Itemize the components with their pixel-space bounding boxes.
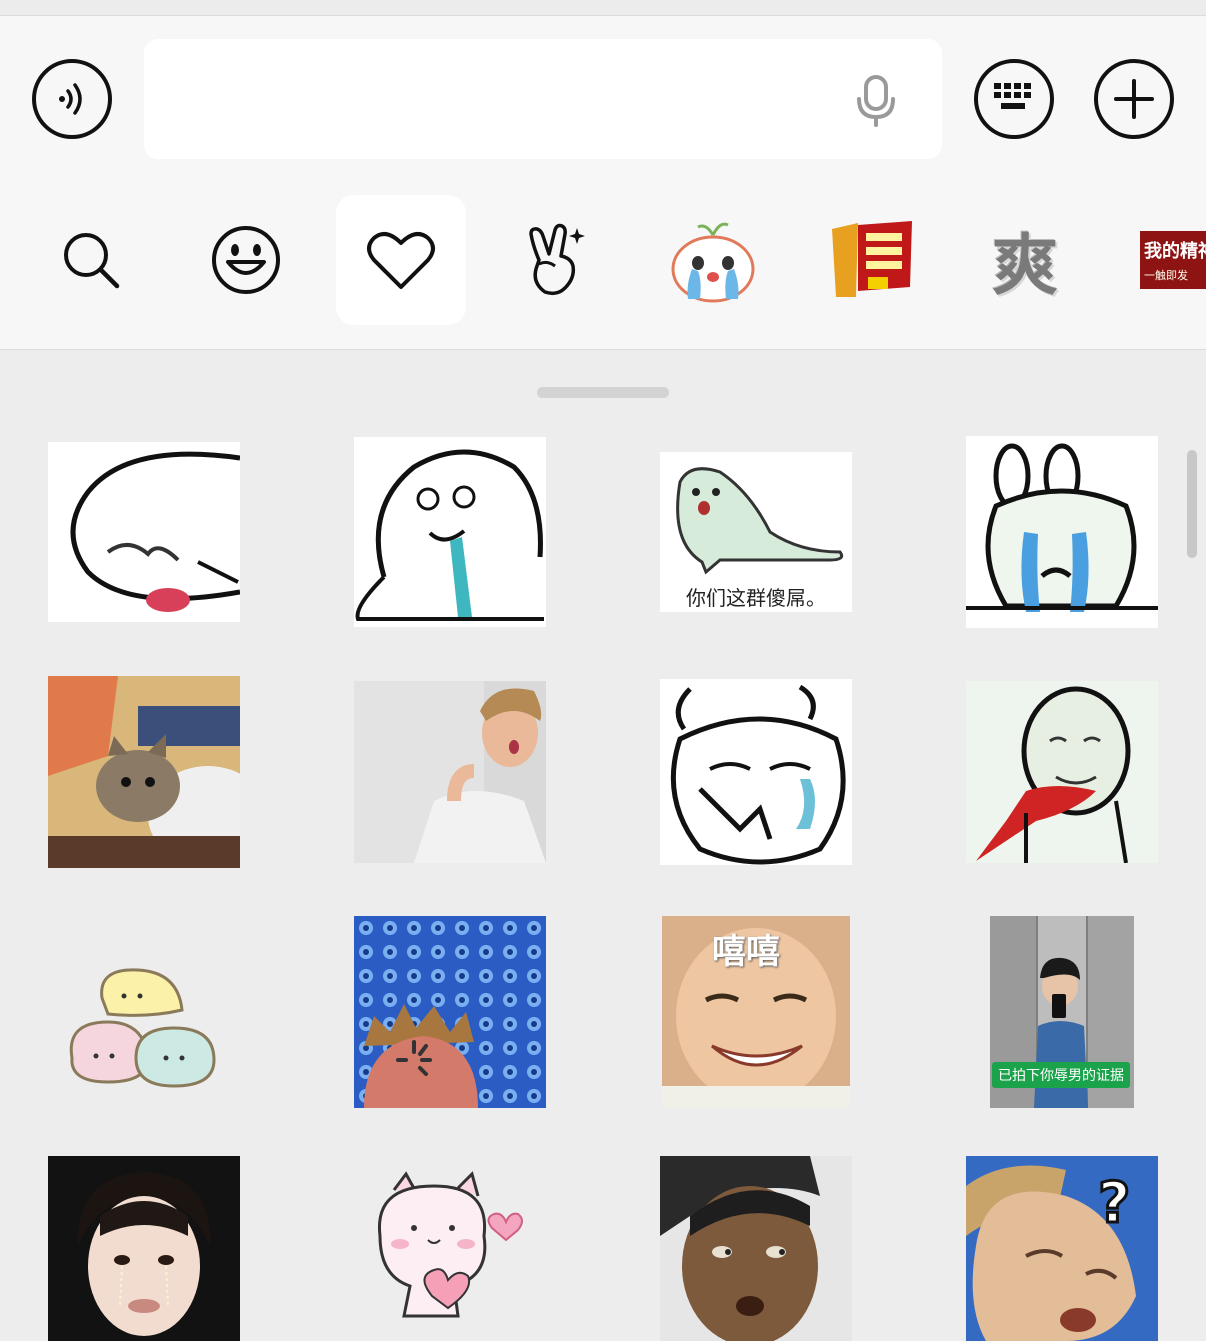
sticker-confused-man-question[interactable]: ? bbox=[966, 1156, 1158, 1341]
tab-sticker-pack-4[interactable]: 我的精神 一触即发 bbox=[1118, 195, 1206, 325]
sticker-bunny-cry-hand[interactable] bbox=[660, 679, 852, 865]
crying-bun-icon bbox=[671, 222, 755, 303]
sticker-crying-boy-photo[interactable] bbox=[48, 1156, 240, 1341]
tab-emoji[interactable] bbox=[181, 195, 311, 325]
add-button[interactable] bbox=[1094, 59, 1174, 139]
question-mark-icon: ? bbox=[1098, 1171, 1130, 1236]
crying-bunny-drawing bbox=[966, 443, 1158, 612]
sticker-seal-drool[interactable] bbox=[354, 437, 546, 627]
tab-sticker-pack-2[interactable] bbox=[806, 195, 936, 325]
top-divider bbox=[0, 0, 1206, 16]
blob-tongue-drawing bbox=[70, 451, 240, 612]
sticker-boy-surprised-photo[interactable] bbox=[354, 681, 546, 863]
sticker-face-bleeding[interactable] bbox=[966, 681, 1158, 863]
pink-cat-heart-drawing bbox=[377, 1171, 523, 1318]
sticker-blob-tongue[interactable] bbox=[48, 442, 240, 622]
xixi-caption: 嘻嘻 bbox=[712, 933, 780, 971]
keyboard-button[interactable] bbox=[974, 59, 1054, 139]
microphone-icon[interactable] bbox=[854, 75, 898, 127]
keyboard-icon bbox=[994, 83, 1031, 109]
bunny-cry-hand-drawing bbox=[670, 684, 846, 865]
spirit-sticker-line1: 我的精神 bbox=[1144, 241, 1206, 261]
spirit-sticker-line2: 一触即发 bbox=[1144, 270, 1188, 282]
tab-gestures[interactable] bbox=[492, 195, 622, 325]
emoji-category-tabs: 爽 我的精神 一触即发 bbox=[0, 182, 1206, 350]
sticker-green-seal[interactable]: 你们这群傻屌。 bbox=[660, 452, 852, 612]
tab-search[interactable] bbox=[26, 195, 156, 325]
sticker-man-side-eye[interactable] bbox=[660, 1156, 852, 1341]
spiky-hair-loading-drawing bbox=[354, 916, 546, 1108]
sticker-elevator-selfie[interactable]: 已拍下你辱男的证据 bbox=[990, 916, 1134, 1108]
face-bleeding-drawing bbox=[966, 681, 1158, 863]
spirit-sticker-thumbnail: 我的精神 一触即发 bbox=[1140, 231, 1206, 289]
voice-button[interactable] bbox=[32, 59, 112, 139]
tab-sticker-pack-1[interactable] bbox=[648, 195, 778, 325]
sticker-xixi-face[interactable]: 嘻嘻 bbox=[662, 916, 850, 1108]
crying-boy-drawing bbox=[48, 1156, 240, 1341]
sumikko-pile-drawing bbox=[69, 968, 216, 1088]
smiley-icon bbox=[212, 226, 280, 294]
confused-man-drawing: ? bbox=[966, 1156, 1158, 1341]
plus-icon bbox=[1114, 79, 1154, 119]
sticker-spiky-hair-loading[interactable] bbox=[354, 916, 546, 1108]
sticker-kitten-photo[interactable] bbox=[48, 676, 240, 868]
tab-sticker-pack-3[interactable]: 爽 bbox=[960, 195, 1090, 325]
seal-drool-drawing bbox=[355, 449, 544, 621]
green-seal-caption: 你们这群傻屌。 bbox=[686, 588, 826, 610]
chat-input-bar bbox=[0, 16, 1206, 182]
elevator-selfie-caption: 已拍下你辱男的证据 bbox=[992, 1062, 1130, 1088]
sticker-sumikko-pile[interactable] bbox=[48, 918, 240, 1108]
panel-drag-handle[interactable] bbox=[537, 387, 669, 398]
tab-favorites[interactable] bbox=[336, 195, 466, 325]
sticker-crying-bunny[interactable] bbox=[966, 436, 1158, 628]
message-input[interactable] bbox=[144, 39, 942, 159]
panel-scrollbar[interactable] bbox=[1187, 450, 1197, 558]
heart-icon bbox=[367, 232, 435, 289]
voice-icon bbox=[59, 83, 82, 115]
shuang-sticker-label: 爽 bbox=[992, 226, 1058, 304]
sticker-pink-cat-heart[interactable] bbox=[354, 1156, 546, 1341]
man-side-eye-drawing bbox=[660, 1156, 852, 1341]
kitten-photo-drawing bbox=[48, 676, 240, 868]
victory-hand-icon bbox=[529, 223, 585, 296]
boy-surprised-drawing bbox=[354, 681, 546, 863]
text-sticker-icon bbox=[832, 221, 912, 297]
search-icon bbox=[64, 233, 120, 289]
